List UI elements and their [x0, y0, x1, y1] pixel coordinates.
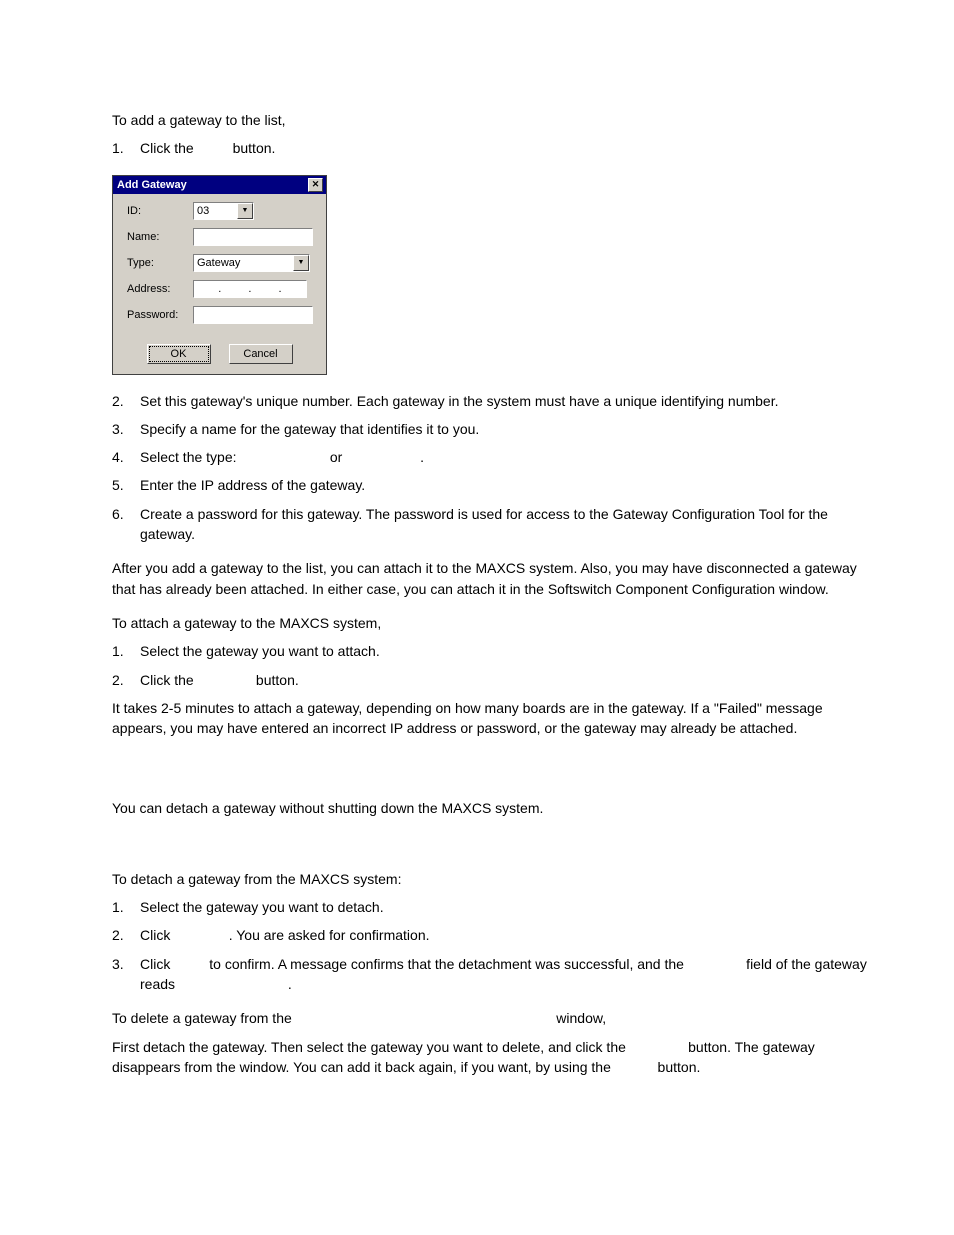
text: Select the type: — [140, 449, 240, 465]
password-label: Password: — [127, 309, 193, 321]
dialog-titlebar: Add Gateway ✕ — [113, 176, 326, 194]
num: 2. — [112, 391, 140, 411]
text: Specify a name for the gateway that iden… — [140, 419, 874, 439]
gap — [615, 1059, 654, 1075]
text: button. — [229, 140, 276, 156]
add-gateway-dialog: Add Gateway ✕ ID: 03 ▼ Name: Type: Gatew… — [112, 175, 327, 375]
detach-step-2: 2. Click . You are asked for confirmatio… — [112, 925, 874, 945]
name-input[interactable] — [193, 228, 313, 246]
gap — [240, 449, 326, 465]
text: . You are asked for confirmation. — [229, 927, 430, 943]
password-input[interactable] — [193, 306, 313, 324]
gap — [174, 927, 228, 943]
text: Enter the IP address of the gateway. — [140, 475, 874, 495]
detach-step-3: 3. Click to confirm. A message confirms … — [112, 954, 874, 995]
text: Click — [140, 927, 174, 943]
detach-step-1: 1. Select the gateway you want to detach… — [112, 897, 874, 917]
add-step-5: 5. Enter the IP address of the gateway. — [112, 475, 874, 495]
text: button. — [252, 672, 299, 688]
attach-note: It takes 2-5 minutes to attach a gateway… — [112, 698, 874, 739]
type-select[interactable]: Gateway ▼ — [193, 254, 310, 272]
num: 4. — [112, 447, 140, 467]
text: . — [288, 976, 292, 992]
text: to confirm. A message confirms that the … — [205, 956, 687, 972]
type-label: Type: — [127, 257, 193, 269]
attach-intro: To attach a gateway to the MAXCS system, — [112, 613, 874, 633]
num: 3. — [112, 954, 140, 995]
attach-step-2: 2. Click the button. — [112, 670, 874, 690]
gap — [688, 956, 742, 972]
dialog-title: Add Gateway — [117, 179, 187, 191]
gap — [296, 1010, 553, 1026]
gap — [198, 140, 229, 156]
address-label: Address: — [127, 283, 193, 295]
add-step-3: 3. Specify a name for the gateway that i… — [112, 419, 874, 439]
ok-button[interactable]: OK — [147, 344, 211, 364]
id-value: 03 — [197, 205, 209, 217]
chevron-down-icon[interactable]: ▼ — [293, 255, 309, 271]
delete-body: First detach the gateway. Then select th… — [112, 1037, 874, 1078]
gap — [630, 1039, 684, 1055]
num: 1. — [112, 897, 140, 917]
after-add-text: After you add a gateway to the list, you… — [112, 558, 874, 599]
chevron-down-icon[interactable]: ▼ — [237, 203, 253, 219]
text: Click the — [140, 672, 198, 688]
detach-intro: To detach a gateway from the MAXCS syste… — [112, 869, 874, 889]
add-step-2: 2. Set this gateway's unique number. Eac… — [112, 391, 874, 411]
num: 1. — [112, 641, 140, 661]
text: Create a password for this gateway. The … — [140, 504, 874, 545]
add-step-4: 4. Select the type: or . — [112, 447, 874, 467]
add-step-1: 1. Click the button. — [112, 138, 874, 158]
text: Click the — [140, 140, 198, 156]
intro-text: To add a gateway to the list, — [112, 110, 874, 130]
address-input[interactable]: ... — [193, 280, 307, 298]
add-step-6: 6. Create a password for this gateway. T… — [112, 504, 874, 545]
gap — [179, 976, 288, 992]
num: 1. — [112, 138, 140, 158]
text: Select the gateway you want to attach. — [140, 641, 874, 661]
text: Click — [140, 956, 174, 972]
gap — [346, 449, 420, 465]
text: Select the gateway you want to detach. — [140, 897, 874, 917]
text: Set this gateway's unique number. Each g… — [140, 391, 874, 411]
text: or — [326, 449, 346, 465]
attach-step-1: 1. Select the gateway you want to attach… — [112, 641, 874, 661]
delete-intro: To delete a gateway from the window, — [112, 1008, 874, 1028]
num: 5. — [112, 475, 140, 495]
num: 6. — [112, 504, 140, 545]
num: 2. — [112, 925, 140, 945]
type-value: Gateway — [197, 257, 240, 269]
text: . — [420, 449, 424, 465]
close-icon[interactable]: ✕ — [308, 178, 323, 192]
num: 2. — [112, 670, 140, 690]
gap — [174, 956, 205, 972]
cancel-button[interactable]: Cancel — [229, 344, 293, 364]
id-select[interactable]: 03 ▼ — [193, 202, 254, 220]
name-label: Name: — [127, 231, 193, 243]
id-label: ID: — [127, 205, 193, 217]
num: 3. — [112, 419, 140, 439]
gap — [198, 672, 252, 688]
detach-can: You can detach a gateway without shuttin… — [112, 798, 874, 818]
